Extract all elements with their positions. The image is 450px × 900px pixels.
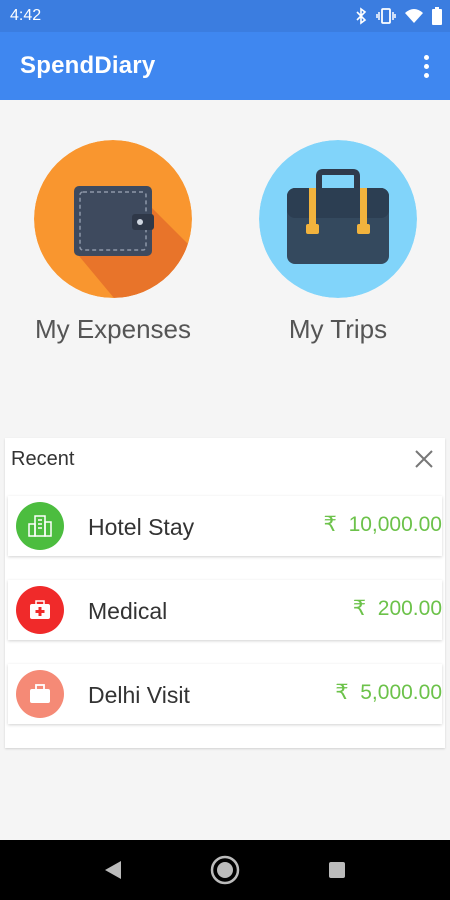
wallet-icon: [34, 140, 192, 298]
status-bar: 4:42: [0, 0, 450, 32]
my-trips-label: My Trips: [288, 314, 388, 344]
item-name: Delhi Visit: [88, 682, 190, 708]
status-time: 4:42: [10, 7, 42, 24]
app-title: SpendDiary: [20, 52, 156, 79]
suitcase-icon: [16, 670, 64, 718]
item-amount: ₹ 5,000.00: [335, 681, 442, 704]
item-amount: ₹ 200.00: [352, 597, 442, 620]
recent-item-delhi-visit[interactable]: Delhi Visit ₹ 5,000.00: [8, 664, 442, 724]
battery-icon: [432, 7, 442, 25]
close-icon[interactable]: [411, 446, 437, 472]
vibrate-icon: [376, 7, 396, 25]
medical-kit-icon: [16, 586, 64, 634]
item-amount: ₹ 10,000.00: [323, 513, 442, 536]
recents-icon[interactable]: [321, 854, 353, 886]
my-expenses-label: My Expenses: [34, 314, 192, 344]
back-icon[interactable]: [97, 854, 129, 886]
home-icon[interactable]: [209, 854, 241, 886]
bluetooth-icon: [355, 7, 367, 25]
my-trips-tile[interactable]: My Trips: [258, 140, 418, 345]
more-vertical-icon[interactable]: [416, 50, 436, 82]
item-name: Medical: [88, 598, 168, 624]
nav-bar: [0, 840, 450, 900]
recent-card: Recent Hotel Stay ₹ 10,000.00 Medical ₹ …: [5, 438, 445, 748]
wifi-icon: [405, 8, 423, 24]
status-icons: [355, 7, 442, 25]
my-expenses-tile[interactable]: My Expenses: [33, 140, 193, 345]
recent-item-hotel-stay[interactable]: Hotel Stay ₹ 10,000.00: [8, 496, 442, 556]
hotel-icon: [16, 502, 64, 550]
app-bar: SpendDiary: [0, 32, 450, 100]
recent-item-medical[interactable]: Medical ₹ 200.00: [8, 580, 442, 640]
item-name: Hotel Stay: [88, 514, 195, 540]
briefcase-icon: [259, 140, 417, 298]
recent-title: Recent: [11, 448, 75, 470]
